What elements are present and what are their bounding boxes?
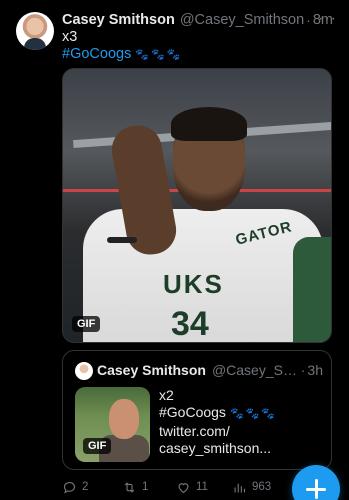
- hashtag-link[interactable]: #GoCoogs: [62, 46, 131, 62]
- quote-header: Casey Smithson @Casey_Smit... · 3h: [97, 362, 323, 378]
- action-bar: 2 1 11 963: [62, 478, 282, 496]
- quote-media-thumbnail[interactable]: GIF: [75, 387, 150, 462]
- view-count: 963: [252, 481, 272, 493]
- quote-timestamp: 3h: [307, 362, 323, 378]
- gif-badge: GIF: [83, 438, 112, 454]
- tweet-header: Casey Smithson @Casey_Smithson · 8m ···: [62, 10, 341, 30]
- media-jersey-text: UKS: [163, 269, 224, 299]
- tweet-text: x3: [62, 29, 78, 45]
- thumb-decor: [109, 399, 139, 439]
- gif-badge: GIF: [72, 316, 101, 332]
- author-name[interactable]: Casey Smithson: [62, 12, 175, 28]
- quote-avatar: [75, 362, 93, 380]
- quote-link-line: twitter.com/: [159, 423, 230, 439]
- like-button[interactable]: 11: [176, 480, 232, 495]
- retweet-button[interactable]: 1: [122, 480, 176, 495]
- paw-emoji: 🐾🐾🐾: [135, 49, 183, 61]
- more-options-icon[interactable]: ···: [318, 10, 337, 28]
- quote-text-line: x2: [159, 387, 174, 403]
- media-decor: [107, 237, 137, 243]
- media-jersey-number: 34: [171, 305, 209, 343]
- tweet-media-gif[interactable]: GATOR UKS 34 GIF: [62, 68, 332, 343]
- quote-author-name: Casey Smithson: [97, 362, 206, 378]
- tweet-hashtag-line: #GoCoogs 🐾🐾🐾: [62, 45, 182, 64]
- tweet[interactable]: Casey Smithson @Casey_Smithson · 8m ··· …: [0, 0, 349, 500]
- views-chart-icon: [234, 483, 246, 492]
- media-decor: [293, 237, 331, 342]
- like-count: 11: [196, 481, 208, 493]
- reply-count: 2: [82, 481, 89, 493]
- separator: ·: [306, 12, 311, 28]
- quote-link-line: casey_smithson...: [159, 440, 272, 456]
- compose-button[interactable]: [292, 465, 340, 500]
- views-button[interactable]: 963: [232, 480, 271, 495]
- avatar[interactable]: [16, 12, 54, 50]
- heart-icon: [178, 482, 189, 493]
- reply-button[interactable]: 2: [62, 480, 122, 495]
- author-handle[interactable]: @Casey_Smithson: [180, 12, 304, 28]
- reply-icon: [63, 481, 76, 494]
- media-decor: [171, 107, 247, 141]
- quote-text: x2 #GoCoogs 🐾🐾🐾 twitter.com/ casey_smiths…: [159, 387, 277, 457]
- paw-emoji: 🐾🐾🐾: [229, 408, 278, 420]
- separator: ·: [300, 362, 306, 378]
- retweet-icon: [124, 481, 135, 493]
- quote-hashtag: #GoCoogs: [159, 404, 226, 420]
- quoted-tweet[interactable]: Casey Smithson @Casey_Smit... · 3h GIF x…: [62, 350, 332, 470]
- retweet-count: 1: [142, 481, 149, 493]
- quote-author-handle: @Casey_Smit...: [211, 362, 299, 378]
